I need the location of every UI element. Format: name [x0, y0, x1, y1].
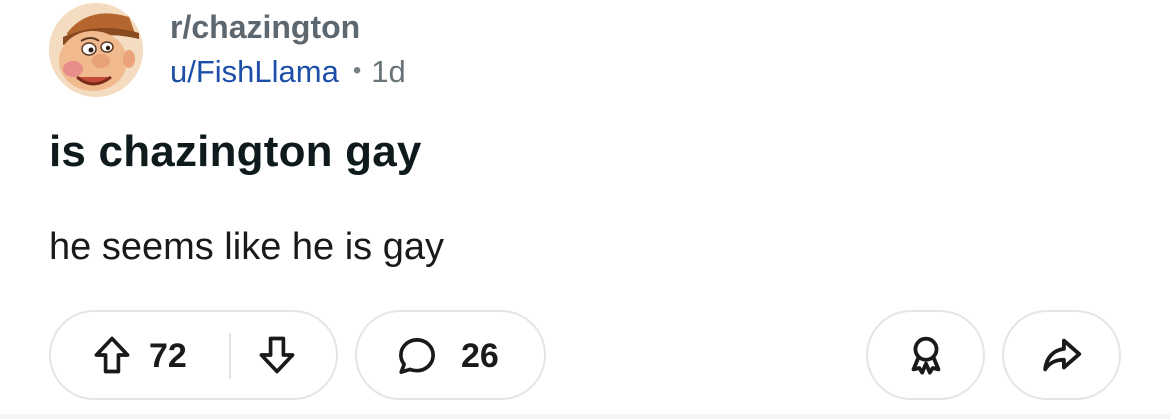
cartoon-face-avatar-image [49, 3, 143, 97]
post-age: 1d [371, 54, 406, 89]
post-title[interactable]: is chazington gay [49, 126, 422, 178]
post-body: he seems like he is gay [49, 226, 444, 268]
comments-button[interactable]: 26 [355, 310, 546, 400]
comment-count: 26 [461, 337, 499, 375]
arrow-up-icon [94, 336, 130, 374]
divider [0, 414, 1170, 419]
post-meta: r/chazington u/FishLlama • 1d [170, 8, 406, 90]
award-button[interactable] [866, 310, 985, 400]
vote-divider [229, 333, 231, 379]
award-icon [911, 336, 940, 375]
vote-bar: 72 [49, 310, 338, 400]
arrow-down-icon [259, 336, 295, 374]
subreddit-name[interactable]: r/chazington [170, 8, 406, 46]
speech-bubble-icon [399, 338, 435, 374]
subreddit-avatar[interactable] [49, 3, 143, 97]
separator-dot: • [352, 57, 362, 84]
share-button[interactable] [1002, 310, 1121, 400]
byline: u/FishLlama • 1d [170, 53, 406, 90]
downvote-button[interactable] [254, 332, 300, 378]
post-card: r/chazington u/FishLlama • 1d is chazingto… [0, 0, 1170, 419]
share-arrow-icon [1042, 338, 1081, 372]
vote-score: 72 [149, 337, 187, 375]
author-link[interactable]: u/FishLlama [170, 54, 339, 89]
comment-icon-wrap [395, 334, 439, 378]
upvote-button[interactable] [89, 332, 135, 378]
